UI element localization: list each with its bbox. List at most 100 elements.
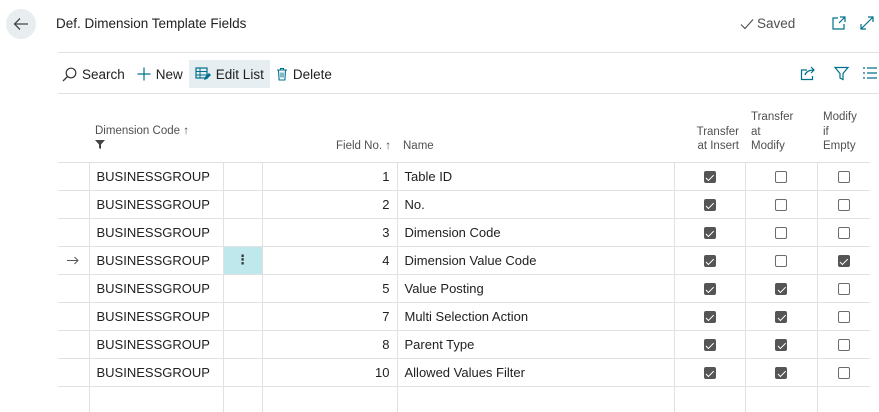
dimension-code-cell[interactable]: BUSINESSGROUP <box>88 329 223 359</box>
transfer-at-insert-cell[interactable] <box>673 273 745 303</box>
table-row[interactable]: BUSINESSGROUP 10 Allowed Values Filter <box>58 357 870 387</box>
modify-if-empty-cell[interactable] <box>816 161 870 191</box>
empty-cell[interactable] <box>88 385 223 412</box>
transfer-at-insert-checkbox[interactable] <box>703 171 716 184</box>
modify-if-empty-cell[interactable] <box>816 245 870 275</box>
table-row[interactable]: BUSINESSGROUP 1 Table ID <box>58 161 870 191</box>
row-indicator[interactable] <box>58 189 89 219</box>
field-no-cell[interactable]: 4 <box>261 245 397 275</box>
transfer-at-modify-checkbox[interactable] <box>775 171 787 184</box>
transfer-at-modify-cell[interactable] <box>744 217 817 247</box>
transfer-at-modify-checkbox[interactable] <box>775 283 787 296</box>
transfer-at-insert-cell[interactable] <box>673 217 745 247</box>
empty-cell[interactable] <box>744 385 817 412</box>
transfer-at-insert-cell[interactable] <box>673 189 745 219</box>
name-cell[interactable]: Dimension Value Code <box>396 245 674 275</box>
row-actions-cell[interactable] <box>222 217 262 247</box>
row-actions-cell[interactable] <box>222 273 262 303</box>
transfer-at-modify-cell[interactable] <box>744 301 817 331</box>
row-indicator[interactable] <box>58 329 89 359</box>
row-actions-cell[interactable] <box>222 329 262 359</box>
row-actions-cell[interactable] <box>222 301 262 331</box>
row-actions-cell[interactable] <box>222 161 262 191</box>
empty-cell[interactable] <box>673 385 745 412</box>
name-cell[interactable]: Value Posting <box>396 273 674 303</box>
transfer-at-modify-checkbox[interactable] <box>775 367 787 380</box>
modify-if-empty-checkbox[interactable] <box>837 227 850 240</box>
transfer-at-insert-cell[interactable] <box>673 245 745 275</box>
table-row[interactable]: BUSINESSGROUP 7 Multi Selection Action <box>58 301 870 331</box>
dimension-code-cell[interactable]: BUSINESSGROUP <box>88 273 223 303</box>
field-no-cell[interactable]: 5 <box>261 273 397 303</box>
table-row[interactable]: BUSINESSGROUP 5 Value Posting <box>58 273 870 303</box>
open-in-new-window-button[interactable] <box>830 14 848 32</box>
column-transfer-at-modify[interactable]: Transfer at Modify <box>745 100 817 162</box>
name-cell[interactable]: Parent Type <box>396 329 674 359</box>
column-modify-if-empty[interactable]: Modify if Empty <box>817 100 870 162</box>
modify-if-empty-checkbox[interactable] <box>837 311 850 324</box>
field-no-cell[interactable]: 8 <box>261 329 397 359</box>
row-actions-button[interactable]: ⋮ <box>222 245 262 275</box>
modify-if-empty-checkbox[interactable] <box>837 199 850 212</box>
modify-if-empty-checkbox[interactable] <box>837 283 850 296</box>
modify-if-empty-checkbox[interactable] <box>837 255 850 268</box>
field-no-cell[interactable]: 2 <box>261 189 397 219</box>
transfer-at-insert-cell[interactable] <box>673 161 745 191</box>
transfer-at-modify-checkbox[interactable] <box>775 227 787 240</box>
modify-if-empty-cell[interactable] <box>816 189 870 219</box>
empty-cell[interactable] <box>58 385 89 412</box>
modify-if-empty-checkbox[interactable] <box>837 339 850 352</box>
transfer-at-modify-cell[interactable] <box>744 189 817 219</box>
modify-if-empty-cell[interactable] <box>816 329 870 359</box>
empty-cell[interactable] <box>261 385 397 412</box>
modify-if-empty-cell[interactable] <box>816 217 870 247</box>
transfer-at-modify-checkbox[interactable] <box>775 199 787 212</box>
dimension-code-cell[interactable]: BUSINESSGROUP <box>88 245 223 275</box>
field-no-cell[interactable]: 10 <box>261 357 397 387</box>
table-row[interactable]: BUSINESSGROUP ⋮ 4 Dimension Value Code <box>58 245 870 275</box>
field-no-cell[interactable]: 7 <box>261 301 397 331</box>
new-button[interactable]: New <box>131 60 189 88</box>
row-actions-cell[interactable] <box>222 357 262 387</box>
dimension-code-cell[interactable]: BUSINESSGROUP <box>88 217 223 247</box>
search-button[interactable]: Search <box>56 60 131 88</box>
list-view-button[interactable] <box>861 64 879 82</box>
modify-if-empty-cell[interactable] <box>816 273 870 303</box>
table-row[interactable]: BUSINESSGROUP 3 Dimension Code <box>58 217 870 247</box>
transfer-at-insert-cell[interactable] <box>673 357 745 387</box>
transfer-at-modify-checkbox[interactable] <box>775 339 787 352</box>
name-cell[interactable]: Allowed Values Filter <box>396 357 674 387</box>
modify-if-empty-checkbox[interactable] <box>837 367 850 380</box>
row-indicator[interactable] <box>58 273 89 303</box>
row-indicator[interactable] <box>58 301 89 331</box>
empty-new-row[interactable] <box>58 385 870 412</box>
transfer-at-insert-cell[interactable] <box>673 301 745 331</box>
row-indicator[interactable] <box>58 357 89 387</box>
modify-if-empty-cell[interactable] <box>816 357 870 387</box>
transfer-at-modify-checkbox[interactable] <box>775 311 787 324</box>
empty-cell[interactable] <box>396 385 674 412</box>
transfer-at-insert-cell[interactable] <box>673 329 745 359</box>
column-name[interactable]: Name <box>397 100 674 162</box>
transfer-at-insert-checkbox[interactable] <box>703 339 716 352</box>
expand-button[interactable] <box>858 14 876 32</box>
modify-if-empty-cell[interactable] <box>816 301 870 331</box>
name-cell[interactable]: Dimension Code <box>396 217 674 247</box>
transfer-at-insert-checkbox[interactable] <box>703 367 716 380</box>
row-actions-cell[interactable] <box>222 189 262 219</box>
edit-list-button[interactable]: Edit List <box>188 60 270 88</box>
table-row[interactable]: BUSINESSGROUP 8 Parent Type <box>58 329 870 359</box>
modify-if-empty-checkbox[interactable] <box>837 171 850 184</box>
dimension-code-cell[interactable]: BUSINESSGROUP <box>88 189 223 219</box>
column-dimension-code[interactable]: Dimension Code ↑ <box>89 100 223 162</box>
transfer-at-modify-cell[interactable] <box>744 329 817 359</box>
transfer-at-modify-cell[interactable] <box>744 245 817 275</box>
back-button[interactable] <box>6 9 36 39</box>
dimension-code-cell[interactable]: BUSINESSGROUP <box>88 357 223 387</box>
row-indicator[interactable] <box>58 217 89 247</box>
row-indicator[interactable] <box>58 161 89 191</box>
name-cell[interactable]: No. <box>396 189 674 219</box>
transfer-at-insert-checkbox[interactable] <box>703 255 716 268</box>
transfer-at-insert-checkbox[interactable] <box>703 227 716 240</box>
name-cell[interactable]: Table ID <box>396 161 674 191</box>
